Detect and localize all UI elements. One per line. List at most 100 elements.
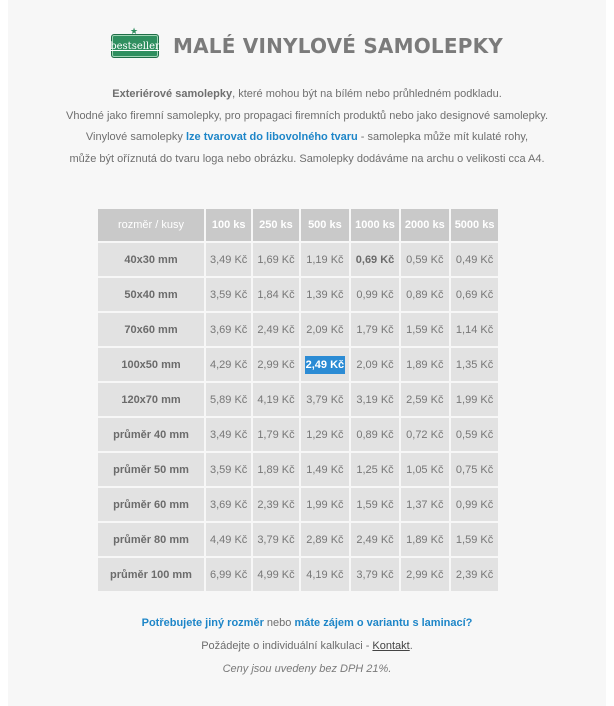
price-cell: 1,05 Kč <box>400 453 449 486</box>
price-cell: 2,09 Kč <box>300 313 350 346</box>
vat-note: Ceny jsou uvedeny bez DPH 21%. <box>222 663 392 675</box>
footer-line-2: Požádejte o individuální kalkulaci - Kon… <box>8 635 606 658</box>
price-cell: 1,39 Kč <box>300 278 350 311</box>
price-cell: 1,29 Kč <box>300 418 350 451</box>
lamination-link[interactable]: máte zájem o variantu s laminací? <box>294 617 472 629</box>
price-cell: 1,84 Kč <box>253 278 299 311</box>
table-row: průměr 60 mm 3,69 Kč 2,39 Kč 1,99 Kč 1,5… <box>98 488 499 521</box>
column-header: 5000 ks <box>450 209 499 241</box>
row-size: 100x50 mm <box>98 348 204 381</box>
price-table: rozměr / kusy 100 ks 250 ks 500 ks 1000 … <box>96 207 500 593</box>
row-size: průměr 40 mm <box>98 418 204 451</box>
price-cell: 2,09 Kč <box>351 348 399 381</box>
column-header: 250 ks <box>253 209 299 241</box>
price-cell: 1,99 Kč <box>450 383 499 416</box>
price-cell: 3,79 Kč <box>351 558 399 591</box>
price-cell: 3,69 Kč <box>206 313 252 346</box>
price-cell: 2,99 Kč <box>400 558 449 591</box>
other-size-link[interactable]: Potřebujete jiný rozměr <box>142 617 264 629</box>
intro-line-1-rest: , které mohou být na bílém nebo průhledn… <box>232 88 502 100</box>
bestseller-badge: ★ bestseller <box>110 27 160 58</box>
intro-text: Exteriérové samolepky, které mohou být n… <box>8 84 606 170</box>
price-cell: 0,69 Kč <box>351 243 399 276</box>
price-cell: 2,59 Kč <box>400 383 449 416</box>
price-cell: 2,39 Kč <box>450 558 499 591</box>
price-cell: 0,72 Kč <box>400 418 449 451</box>
table-header-row: rozměr / kusy 100 ks 250 ks 500 ks 1000 … <box>98 209 499 241</box>
corner-header: rozměr / kusy <box>98 209 204 241</box>
table-row: průměr 80 mm 4,49 Kč 3,79 Kč 2,89 Kč 2,4… <box>98 523 499 556</box>
price-cell: 2,89 Kč <box>300 523 350 556</box>
badge-label: bestseller <box>110 40 160 52</box>
price-cell: 1,49 Kč <box>300 453 350 486</box>
price-cell: 1,89 Kč <box>400 348 449 381</box>
row-size: 70x60 mm <box>98 313 204 346</box>
table-row: 50x40 mm 3,59 Kč 1,84 Kč 1,39 Kč 0,99 Kč… <box>98 278 499 311</box>
footer-period: . <box>409 640 413 652</box>
price-cell: 4,49 Kč <box>206 523 252 556</box>
price-cell: 0,49 Kč <box>450 243 499 276</box>
table-row: průměr 100 mm 6,99 Kč 4,99 Kč 4,19 Kč 3,… <box>98 558 499 591</box>
column-header: 2000 ks <box>400 209 449 241</box>
price-cell: 3,19 Kč <box>351 383 399 416</box>
table-row: průměr 50 mm 3,59 Kč 1,89 Kč 1,49 Kč 1,2… <box>98 453 499 486</box>
price-cell: 3,49 Kč <box>206 418 252 451</box>
price-cell: 3,59 Kč <box>206 453 252 486</box>
shape-link[interactable]: lze tvarovat do libovolného tvaru <box>186 131 358 143</box>
row-size: průměr 80 mm <box>98 523 204 556</box>
price-cell: 4,99 Kč <box>253 558 299 591</box>
price-cell: 1,99 Kč <box>300 488 350 521</box>
table-row: 100x50 mm 4,29 Kč 2,99 Kč 2,49 Kč 2,09 K… <box>98 348 499 381</box>
price-cell: 0,99 Kč <box>351 278 399 311</box>
price-cell: 1,35 Kč <box>450 348 499 381</box>
footer-connector: nebo <box>263 617 295 629</box>
intro-line-4: může být oříznutá do tvaru loga nebo obr… <box>69 152 545 165</box>
column-header: 500 ks <box>300 209 350 241</box>
price-cell: 1,59 Kč <box>450 523 499 556</box>
price-cell: 0,89 Kč <box>400 278 449 311</box>
table-row: 70x60 mm 3,69 Kč 2,49 Kč 2,09 Kč 1,79 Kč… <box>98 313 499 346</box>
price-cell: 0,59 Kč <box>450 418 499 451</box>
price-cell-selected[interactable]: 2,49 Kč <box>300 348 350 381</box>
intro-line-2: Vhodné jako firemní samolepky, pro propa… <box>65 109 549 122</box>
price-cell: 1,59 Kč <box>400 313 449 346</box>
footer-request-text: Požádejte o individuální kalkulaci - <box>201 640 373 652</box>
price-cell: 2,39 Kč <box>253 488 299 521</box>
price-cell: 3,59 Kč <box>206 278 252 311</box>
price-cell: 3,79 Kč <box>253 523 299 556</box>
table-row: 40x30 mm 3,49 Kč 1,69 Kč 1,19 Kč 0,69 Kč… <box>98 243 499 276</box>
price-cell: 6,99 Kč <box>206 558 252 591</box>
price-cell: 2,49 Kč <box>351 523 399 556</box>
price-cell: 1,89 Kč <box>400 523 449 556</box>
star-icon: ★ <box>130 27 139 37</box>
row-size: 120x70 mm <box>98 383 204 416</box>
price-cell: 4,29 Kč <box>206 348 252 381</box>
price-cell: 1,14 Kč <box>450 313 499 346</box>
footer-line-1: Potřebujete jiný rozměr nebo máte zájem … <box>8 612 606 635</box>
price-cell: 0,75 Kč <box>450 453 499 486</box>
intro-line-3-b: - samolepka může mít kulaté rohy, <box>357 131 529 143</box>
price-cell: 0,59 Kč <box>400 243 449 276</box>
price-cell: 3,79 Kč <box>300 383 350 416</box>
price-cell: 1,59 Kč <box>351 488 399 521</box>
price-cell: 1,19 Kč <box>300 243 350 276</box>
table-row: 120x70 mm 5,89 Kč 4,19 Kč 3,79 Kč 3,19 K… <box>98 383 499 416</box>
price-cell: 1,79 Kč <box>351 313 399 346</box>
price-cell: 4,19 Kč <box>253 383 299 416</box>
row-size: průměr 100 mm <box>98 558 204 591</box>
price-cell: 0,99 Kč <box>450 488 499 521</box>
contact-link[interactable]: Kontakt <box>372 640 409 652</box>
intro-line-1: Exteriérové samolepky, které mohou být n… <box>8 84 606 106</box>
intro-line-3-a: Vinylové samolepky <box>85 131 186 143</box>
selected-price: 2,49 Kč <box>304 355 346 374</box>
price-cell: 0,89 Kč <box>351 418 399 451</box>
price-cell: 3,69 Kč <box>206 488 252 521</box>
column-header: 100 ks <box>206 209 252 241</box>
price-cell: 1,79 Kč <box>253 418 299 451</box>
column-header: 1000 ks <box>351 209 399 241</box>
intro-bold: Exteriérové samolepky <box>112 88 233 100</box>
page-title: MALÉ VINYLOVÉ SAMOLEPKY <box>173 34 503 58</box>
price-cell: 5,89 Kč <box>206 383 252 416</box>
price-cell: 2,99 Kč <box>253 348 299 381</box>
row-size: průměr 60 mm <box>98 488 204 521</box>
